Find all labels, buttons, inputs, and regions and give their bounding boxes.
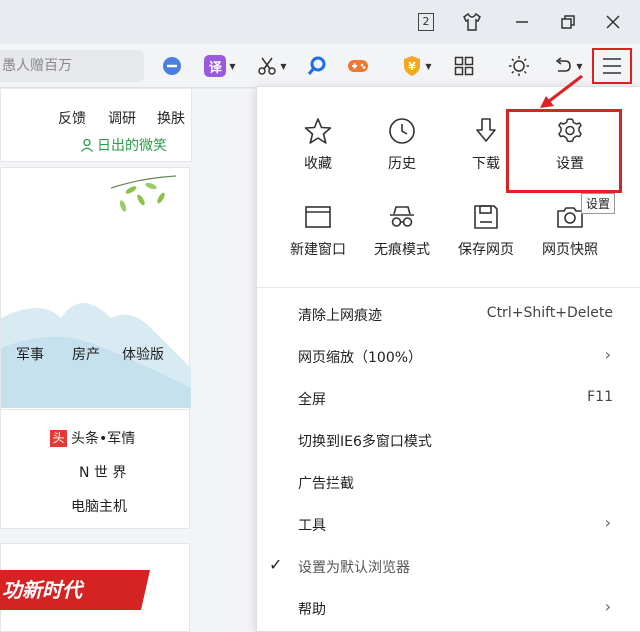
menu-adblock-label: 广告拦截: [298, 476, 354, 492]
menu-divider: [257, 287, 640, 288]
magnifier-icon: [307, 56, 326, 75]
shirt-icon: [463, 12, 481, 31]
screenshot-button[interactable]: ▼: [254, 52, 290, 80]
menu-zoom-label: 网页缩放（100%）: [298, 350, 423, 366]
menu-incognito-label: 无痕模式: [374, 242, 430, 258]
menu-adblock[interactable]: 广告拦截: [257, 461, 640, 503]
news-item-2[interactable]: N 世 界: [79, 462, 126, 482]
minimize-icon: [516, 21, 528, 23]
news-item-1[interactable]: 头 头条•军情: [50, 428, 135, 448]
menu-tools[interactable]: 工具 ›: [257, 503, 640, 545]
skin-link[interactable]: 换肤: [157, 108, 185, 128]
close-icon: [606, 15, 620, 29]
svg-text:¥: ¥: [409, 60, 417, 73]
red-arrow-annotation: [540, 74, 583, 108]
menu-favorites-label: 收藏: [304, 156, 332, 172]
landscape-illustration: [1, 175, 191, 408]
menu-ie6-mode[interactable]: 切换到IE6多窗口模式: [257, 419, 640, 461]
game-button[interactable]: [346, 52, 370, 80]
tab-count-button[interactable]: 2: [412, 8, 440, 36]
menu-new-window[interactable]: 新建窗口: [281, 203, 355, 279]
menu-save-page[interactable]: 保存网页: [449, 203, 523, 279]
main-menu-button[interactable]: [592, 48, 632, 84]
search-tool-button[interactable]: [306, 52, 328, 80]
caret-down-icon: ▼: [576, 61, 583, 71]
menu-save-page-label: 保存网页: [458, 242, 514, 258]
scissors-icon: [258, 57, 277, 75]
survey-link[interactable]: 调研: [108, 108, 136, 128]
menu-clear-history-label: 清除上网痕迹: [298, 308, 382, 324]
news-item-3[interactable]: 电脑主机: [71, 496, 127, 516]
menu-snapshot-label: 网页快照: [542, 242, 598, 258]
save-icon: [474, 205, 498, 229]
grid-icon: [454, 56, 474, 76]
menu-history-label: 历史: [388, 156, 416, 172]
shield-yen-icon: ¥: [404, 56, 421, 76]
menu-help-label: 帮助: [298, 602, 326, 618]
brightness-button[interactable]: [506, 52, 532, 80]
menu-fullscreen[interactable]: 全屏 F11: [257, 377, 640, 419]
nav-trial[interactable]: 体验版: [122, 344, 164, 364]
toutiao-badge: 头: [50, 429, 67, 447]
gamepad-icon: [348, 60, 368, 72]
menu-incognito[interactable]: 无痕模式: [365, 203, 439, 279]
user-icon: [81, 138, 93, 152]
wallet-button[interactable]: ¥ ▼: [398, 52, 436, 80]
checkmark-icon: ✓: [269, 555, 283, 574]
caret-down-icon: ▼: [425, 61, 432, 71]
restore-icon: [561, 15, 575, 29]
menu-tools-label: 工具: [298, 518, 326, 534]
nav-military[interactable]: 军事: [16, 344, 44, 364]
incognito-icon: [390, 206, 414, 227]
chevron-right-icon: ›: [604, 345, 611, 364]
block-icon: [163, 57, 181, 75]
user-name: 日出的微笑: [97, 138, 167, 154]
star-icon: [304, 118, 332, 144]
restore-button[interactable]: [554, 8, 582, 36]
menu-ie6-mode-label: 切换到IE6多窗口模式: [298, 434, 432, 450]
apps-button[interactable]: [452, 52, 476, 80]
translate-icon: 译: [204, 55, 227, 77]
adblock-button[interactable]: [160, 52, 184, 80]
tab-count-badge: 2: [418, 13, 434, 31]
chevron-right-icon: ›: [604, 597, 611, 616]
menu-favorites[interactable]: 收藏: [281, 117, 355, 193]
hamburger-icon: [603, 58, 621, 74]
menu-new-window-label: 新建窗口: [290, 242, 346, 258]
settings-tooltip: 设置: [581, 193, 616, 214]
promo-banner[interactable]: 功新时代: [0, 570, 150, 610]
camera-icon: [557, 207, 583, 228]
menu-clear-history[interactable]: 清除上网痕迹 Ctrl+Shift+Delete: [257, 293, 640, 335]
settings-highlight-box: [506, 109, 622, 193]
feedback-link[interactable]: 反馈: [58, 108, 86, 128]
menu-default-browser[interactable]: ✓ 设置为默认浏览器: [257, 545, 640, 587]
skin-button[interactable]: [458, 8, 486, 36]
user-link[interactable]: 日出的微笑: [80, 135, 167, 155]
menu-default-browser-label: 设置为默认浏览器: [298, 560, 410, 576]
clock-icon: [389, 118, 415, 144]
minimize-button[interactable]: [508, 8, 536, 36]
menu-fullscreen-label: 全屏: [298, 392, 326, 408]
chevron-right-icon: ›: [604, 513, 611, 532]
menu-clear-history-shortcut: Ctrl+Shift+Delete: [486, 305, 613, 321]
search-box[interactable]: 愚人赠百万: [0, 50, 144, 82]
menu-fullscreen-shortcut: F11: [587, 389, 613, 405]
menu-history[interactable]: 历史: [365, 117, 439, 193]
caret-down-icon: ▼: [229, 61, 236, 71]
download-icon: [476, 118, 496, 142]
nav-realestate[interactable]: 房产: [72, 344, 100, 364]
menu-snapshot[interactable]: 网页快照: [533, 203, 607, 279]
close-button[interactable]: [599, 8, 627, 36]
sun-icon: [509, 56, 529, 76]
search-text: 愚人赠百万: [2, 58, 72, 74]
window-icon: [305, 206, 331, 228]
translate-button[interactable]: 译 ▼: [202, 52, 238, 80]
news-label: 头条•军情: [71, 431, 136, 447]
menu-help[interactable]: 帮助 ›: [257, 587, 640, 629]
menu-zoom[interactable]: 网页缩放（100%） ›: [257, 335, 640, 377]
title-bar: 2: [0, 0, 640, 44]
caret-down-icon: ▼: [280, 61, 287, 71]
